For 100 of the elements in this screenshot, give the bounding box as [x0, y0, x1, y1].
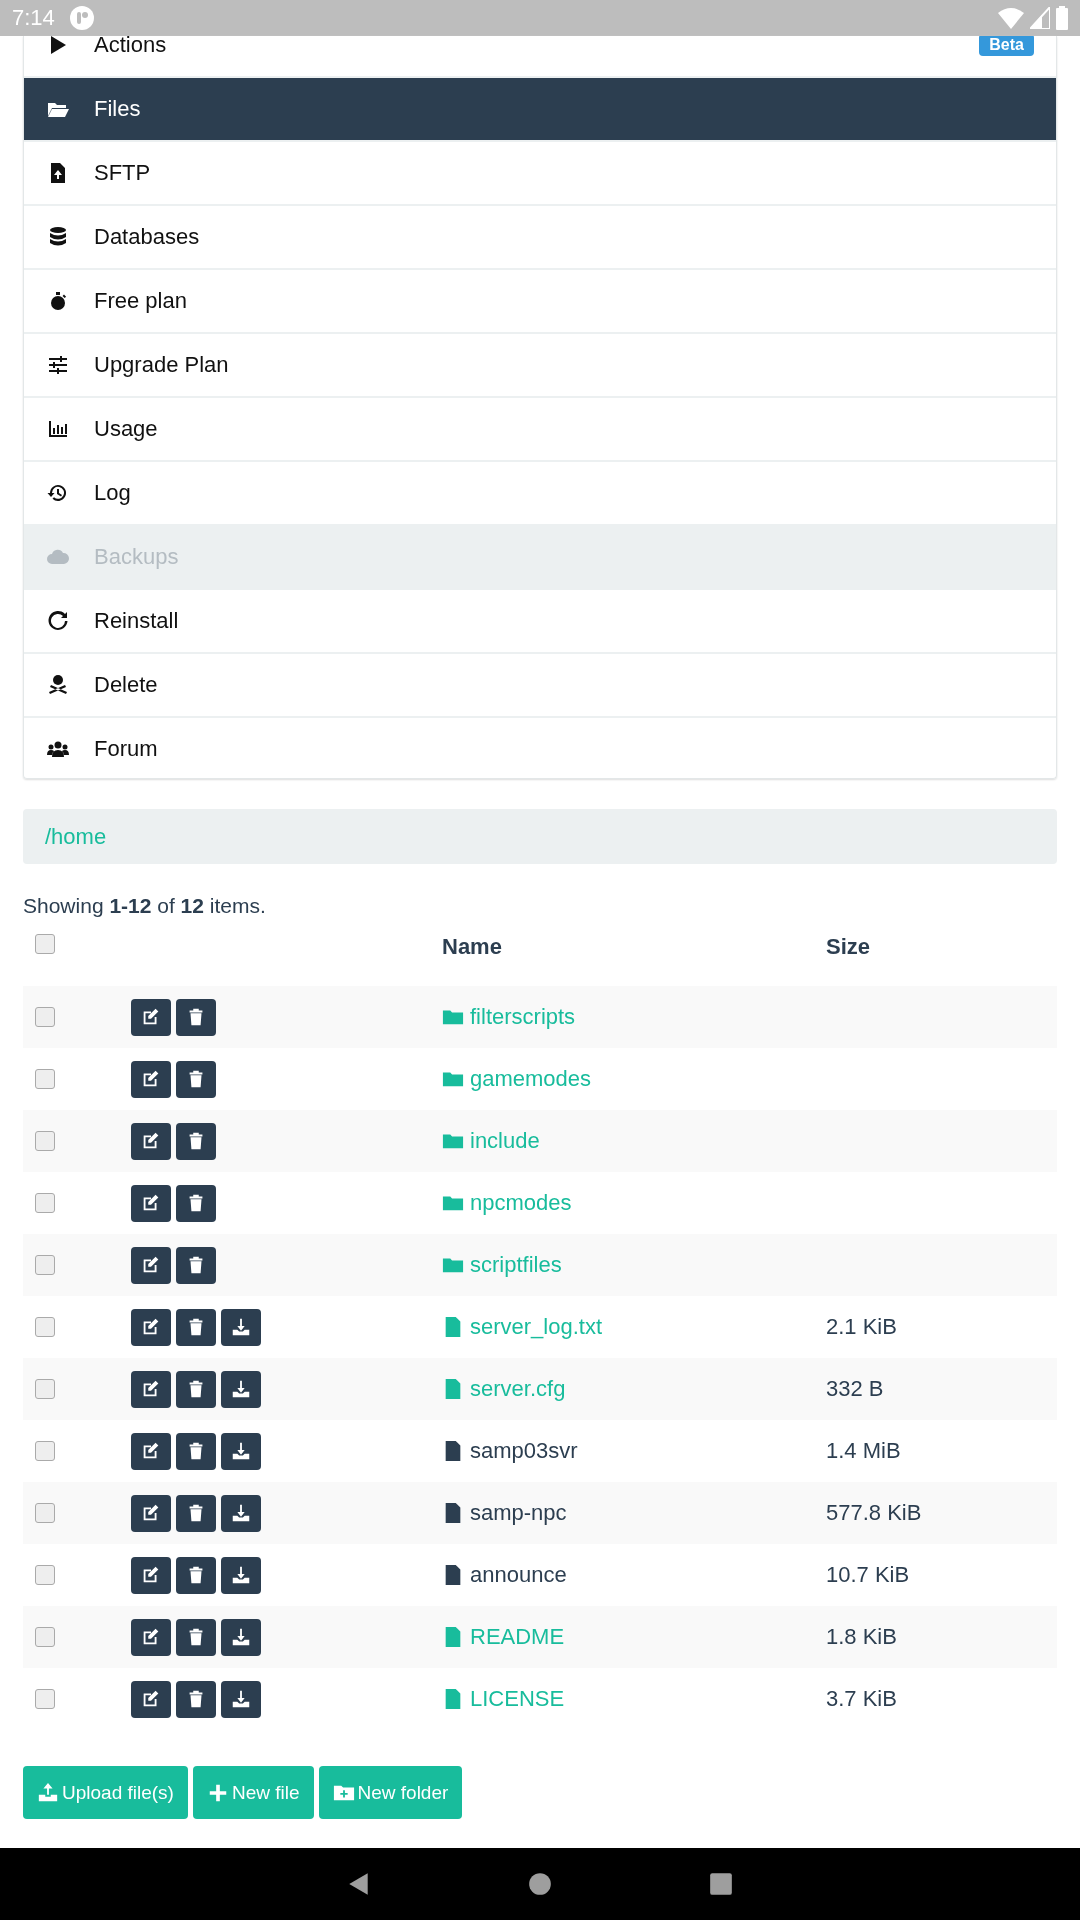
select-all-checkbox[interactable] — [35, 934, 55, 954]
status-time: 7:14 — [12, 5, 55, 31]
delete-button[interactable] — [176, 1556, 216, 1594]
download-button[interactable] — [221, 1432, 261, 1470]
row-checkbox[interactable] — [35, 1565, 55, 1585]
delete-button[interactable] — [176, 998, 216, 1036]
edit-button[interactable] — [131, 1184, 171, 1222]
menu-item[interactable]: Upgrade Plan — [24, 334, 1056, 398]
row-checkbox[interactable] — [35, 1007, 55, 1027]
file-size: 332 B — [826, 1376, 885, 1402]
file-size: 3.7 KiB — [826, 1686, 898, 1712]
file-name[interactable]: server.cfg — [470, 1376, 566, 1402]
summary-text: Showing 1-12 of 12 items. — [23, 894, 267, 918]
folder-name[interactable]: scriptfiles — [470, 1252, 562, 1278]
edit-button[interactable] — [131, 1060, 171, 1098]
edit-button[interactable] — [131, 1308, 171, 1346]
file-size: 10.7 KiB — [826, 1562, 911, 1588]
row-checkbox[interactable] — [35, 1627, 55, 1647]
signal-icon — [1030, 7, 1050, 29]
menu-label: Reinstall — [94, 608, 179, 634]
file-name[interactable]: server_log.txt — [470, 1314, 603, 1340]
delete-button[interactable] — [176, 1308, 216, 1346]
menu-label: SFTP — [94, 160, 151, 186]
menu-label: Files — [94, 96, 141, 122]
menu-label: Databases — [94, 224, 200, 250]
edit-button[interactable] — [131, 998, 171, 1036]
file-size: 1.4 MiB — [826, 1438, 902, 1464]
row-checkbox[interactable] — [35, 1503, 55, 1523]
menu-label: Log — [94, 480, 131, 506]
upload-icon — [37, 1781, 59, 1804]
download-button[interactable] — [221, 1494, 261, 1532]
new-folder-button[interactable]: New folder — [318, 1766, 463, 1819]
menu-label: Forum — [94, 736, 158, 762]
new-file-button[interactable]: New file — [192, 1766, 314, 1819]
column-header: Name — [442, 934, 503, 960]
upload-button[interactable]: Upload file(s) — [23, 1766, 188, 1819]
row-checkbox[interactable] — [35, 1441, 55, 1461]
menu-label: Delete — [94, 672, 158, 698]
delete-button[interactable] — [176, 1680, 216, 1718]
file-name: samp03svr — [470, 1438, 578, 1464]
row-checkbox[interactable] — [35, 1689, 55, 1709]
delete-button[interactable] — [176, 1246, 216, 1284]
folder-name[interactable]: gamemodes — [470, 1066, 592, 1092]
delete-button[interactable] — [176, 1618, 216, 1656]
home-icon[interactable] — [527, 1871, 553, 1897]
menu-item[interactable]: Reinstall — [24, 590, 1056, 654]
download-icon — [230, 1502, 252, 1524]
edit-button[interactable] — [131, 1680, 171, 1718]
menu-label: Free plan — [94, 288, 187, 314]
menu-item[interactable]: Free plan — [24, 270, 1056, 334]
file-name[interactable]: LICENSE — [470, 1686, 565, 1712]
row-checkbox[interactable] — [35, 1131, 55, 1151]
file-name: samp-npc — [470, 1500, 567, 1526]
menu-label: Actions — [94, 36, 167, 58]
download-icon — [230, 1378, 252, 1400]
row-checkbox[interactable] — [35, 1069, 55, 1089]
delete-button[interactable] — [176, 1494, 216, 1532]
file-name: announce — [470, 1562, 567, 1588]
file-size: 2.1 KiB — [826, 1314, 898, 1340]
delete-button[interactable] — [176, 1184, 216, 1222]
delete-button[interactable] — [176, 1060, 216, 1098]
skull-crossbones-icon — [46, 673, 70, 697]
edit-button[interactable] — [131, 1556, 171, 1594]
menu-item[interactable]: Files — [24, 78, 1056, 142]
download-button[interactable] — [221, 1308, 261, 1346]
edit-button[interactable] — [131, 1370, 171, 1408]
download-button[interactable] — [221, 1618, 261, 1656]
menu-item[interactable]: Forum — [24, 718, 1056, 778]
download-icon — [230, 1626, 252, 1648]
sliders-icon — [46, 353, 70, 377]
menu-item[interactable]: Databases — [24, 206, 1056, 270]
edit-button[interactable] — [131, 1432, 171, 1470]
row-checkbox[interactable] — [35, 1193, 55, 1213]
folder-name[interactable]: filterscripts — [470, 1004, 576, 1030]
file-name[interactable]: README — [470, 1624, 565, 1650]
download-button[interactable] — [221, 1556, 261, 1594]
download-icon — [230, 1564, 252, 1586]
delete-button[interactable] — [176, 1370, 216, 1408]
edit-button[interactable] — [131, 1122, 171, 1160]
download-icon — [230, 1440, 252, 1462]
row-checkbox[interactable] — [35, 1379, 55, 1399]
column-header: Size — [826, 934, 872, 960]
edit-button[interactable] — [131, 1494, 171, 1532]
folder-name[interactable]: include — [470, 1128, 540, 1154]
menu-item[interactable]: SFTP — [24, 142, 1056, 206]
download-button[interactable] — [221, 1680, 261, 1718]
recents-icon[interactable] — [708, 1871, 734, 1897]
delete-button[interactable] — [176, 1432, 216, 1470]
menu-item[interactable]: Usage — [24, 398, 1056, 462]
row-checkbox[interactable] — [35, 1255, 55, 1275]
edit-button[interactable] — [131, 1618, 171, 1656]
download-button[interactable] — [221, 1370, 261, 1408]
row-checkbox[interactable] — [35, 1317, 55, 1337]
wifi-icon — [998, 7, 1024, 29]
delete-button[interactable] — [176, 1122, 216, 1160]
menu-item[interactable]: Delete — [24, 654, 1056, 718]
folder-name[interactable]: npcmodes — [470, 1190, 572, 1216]
breadcrumb-link[interactable]: /home — [45, 823, 107, 850]
edit-button[interactable] — [131, 1246, 171, 1284]
battery-icon — [1056, 6, 1068, 30]
